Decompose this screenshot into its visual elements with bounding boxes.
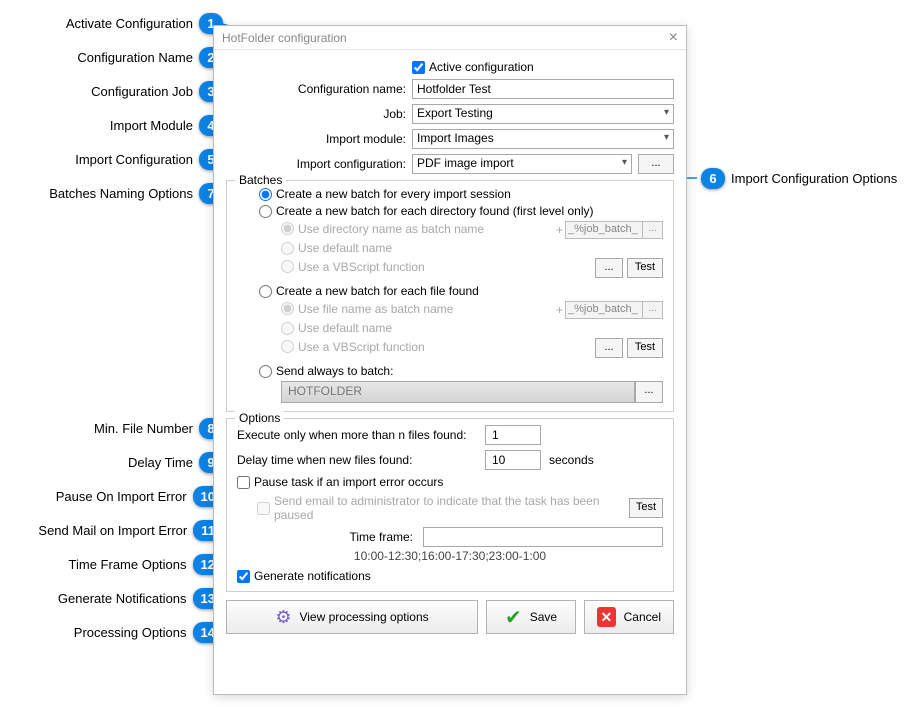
import-config-label: Import configuration:: [226, 157, 412, 171]
radio-file-default[interactable]: Use default name: [281, 321, 663, 335]
dir-suffix-field: +_%job_batch_...: [554, 221, 663, 239]
titlebar: HotFolder configuration ×: [214, 26, 686, 50]
radio-new-batch-file[interactable]: Create a new batch for each file found: [259, 284, 663, 298]
batches-fieldset: Batches Create a new batch for every imp…: [226, 180, 674, 412]
timeframe-input[interactable]: [423, 527, 663, 547]
window-title: HotFolder configuration: [222, 31, 347, 45]
callout-13: Generate Notifications13: [58, 588, 229, 609]
callout-4: Import Module4: [110, 115, 229, 136]
cancel-button[interactable]: ✕ Cancel: [584, 600, 674, 634]
radio-dir-vbscript[interactable]: Use a VBScript function: [281, 260, 425, 274]
import-config-options-button[interactable]: ...: [638, 154, 674, 174]
cancel-icon: ✕: [597, 607, 616, 627]
callout-8: Min. File Number8: [94, 418, 229, 439]
file-vbscript-dots-button[interactable]: ...: [595, 338, 623, 358]
view-processing-options-button[interactable]: ⚙ View processing options: [226, 600, 478, 634]
radio-file-vbscript[interactable]: Use a VBScript function: [281, 340, 425, 354]
dir-suffix-dots-button[interactable]: ...: [643, 221, 663, 239]
dir-vbscript-test-button[interactable]: Test: [627, 258, 663, 278]
seconds-label: seconds: [549, 453, 594, 467]
callout-11: Send Mail on Import Error11: [38, 520, 229, 541]
callout-5: Import Configuration5: [75, 149, 229, 170]
close-icon[interactable]: ×: [669, 29, 678, 47]
send-mail-checkbox[interactable]: Send email to administrator to indicate …: [257, 494, 621, 522]
checkmark-icon: ✔: [505, 605, 522, 630]
gear-icon: ⚙: [275, 607, 291, 628]
active-config-label: Active configuration: [429, 60, 534, 74]
radio-file-name[interactable]: Use file name as batch name: [281, 302, 453, 316]
import-module-label: Import module:: [226, 132, 412, 146]
min-files-input[interactable]: [485, 425, 541, 445]
callout-7: Batches Naming Options7: [49, 183, 229, 204]
callout-3: Configuration Job3: [91, 81, 229, 102]
file-suffix-dots-button[interactable]: ...: [643, 301, 663, 319]
hotfolder-batch-value: HOTFOLDER: [281, 381, 635, 403]
callout-10: Pause On Import Error10: [56, 486, 229, 507]
timeframe-example: 10:00-12:30;16:00-17:30;23:00-1:00: [237, 549, 663, 563]
delay-label: Delay time when new files found:: [237, 453, 477, 467]
callout-2: Configuration Name2: [77, 47, 229, 68]
save-button[interactable]: ✔ Save: [486, 600, 576, 634]
import-module-select[interactable]: Import Images: [412, 129, 674, 149]
min-files-label: Execute only when more than n files foun…: [237, 428, 477, 442]
radio-dir-name[interactable]: Use directory name as batch name: [281, 222, 484, 236]
notify-checkbox[interactable]: Generate notifications: [237, 569, 663, 583]
options-legend: Options: [235, 411, 284, 425]
mail-test-button[interactable]: Test: [629, 498, 663, 518]
active-config-checkbox[interactable]: Active configuration: [412, 60, 674, 74]
radio-new-batch-session[interactable]: Create a new batch for every import sess…: [259, 187, 663, 201]
pause-checkbox[interactable]: Pause task if an import error occurs: [237, 475, 443, 489]
config-name-input[interactable]: [412, 79, 674, 99]
bottom-bar: ⚙ View processing options ✔ Save ✕ Cance…: [226, 600, 674, 634]
import-config-select[interactable]: PDF image import: [412, 154, 632, 174]
radio-dir-default[interactable]: Use default name: [281, 241, 663, 255]
options-fieldset: Options Execute only when more than n fi…: [226, 418, 674, 592]
file-suffix-field: +_%job_batch_...: [554, 301, 663, 319]
file-vbscript-test-button[interactable]: Test: [627, 338, 663, 358]
batches-legend: Batches: [235, 173, 286, 187]
job-label: Job:: [226, 107, 412, 121]
timeframe-label: Time frame:: [297, 530, 417, 544]
callout-1: Activate Configuration1: [66, 13, 229, 34]
hotfolder-dots-button[interactable]: ...: [635, 381, 663, 403]
radio-new-batch-dir[interactable]: Create a new batch for each directory fo…: [259, 204, 663, 218]
callout-12: Time Frame Options12: [69, 554, 229, 575]
callout-14: Processing Options14: [74, 622, 229, 643]
dir-vbscript-dots-button[interactable]: ...: [595, 258, 623, 278]
job-select[interactable]: Export Testing: [412, 104, 674, 124]
delay-input[interactable]: [485, 450, 541, 470]
radio-send-always[interactable]: Send always to batch:: [259, 364, 663, 378]
hotfolder-config-dialog: HotFolder configuration × Active configu…: [213, 25, 687, 695]
config-name-label: Configuration name:: [226, 82, 412, 96]
callout-6: 6Import Configuration Options: [695, 168, 897, 189]
